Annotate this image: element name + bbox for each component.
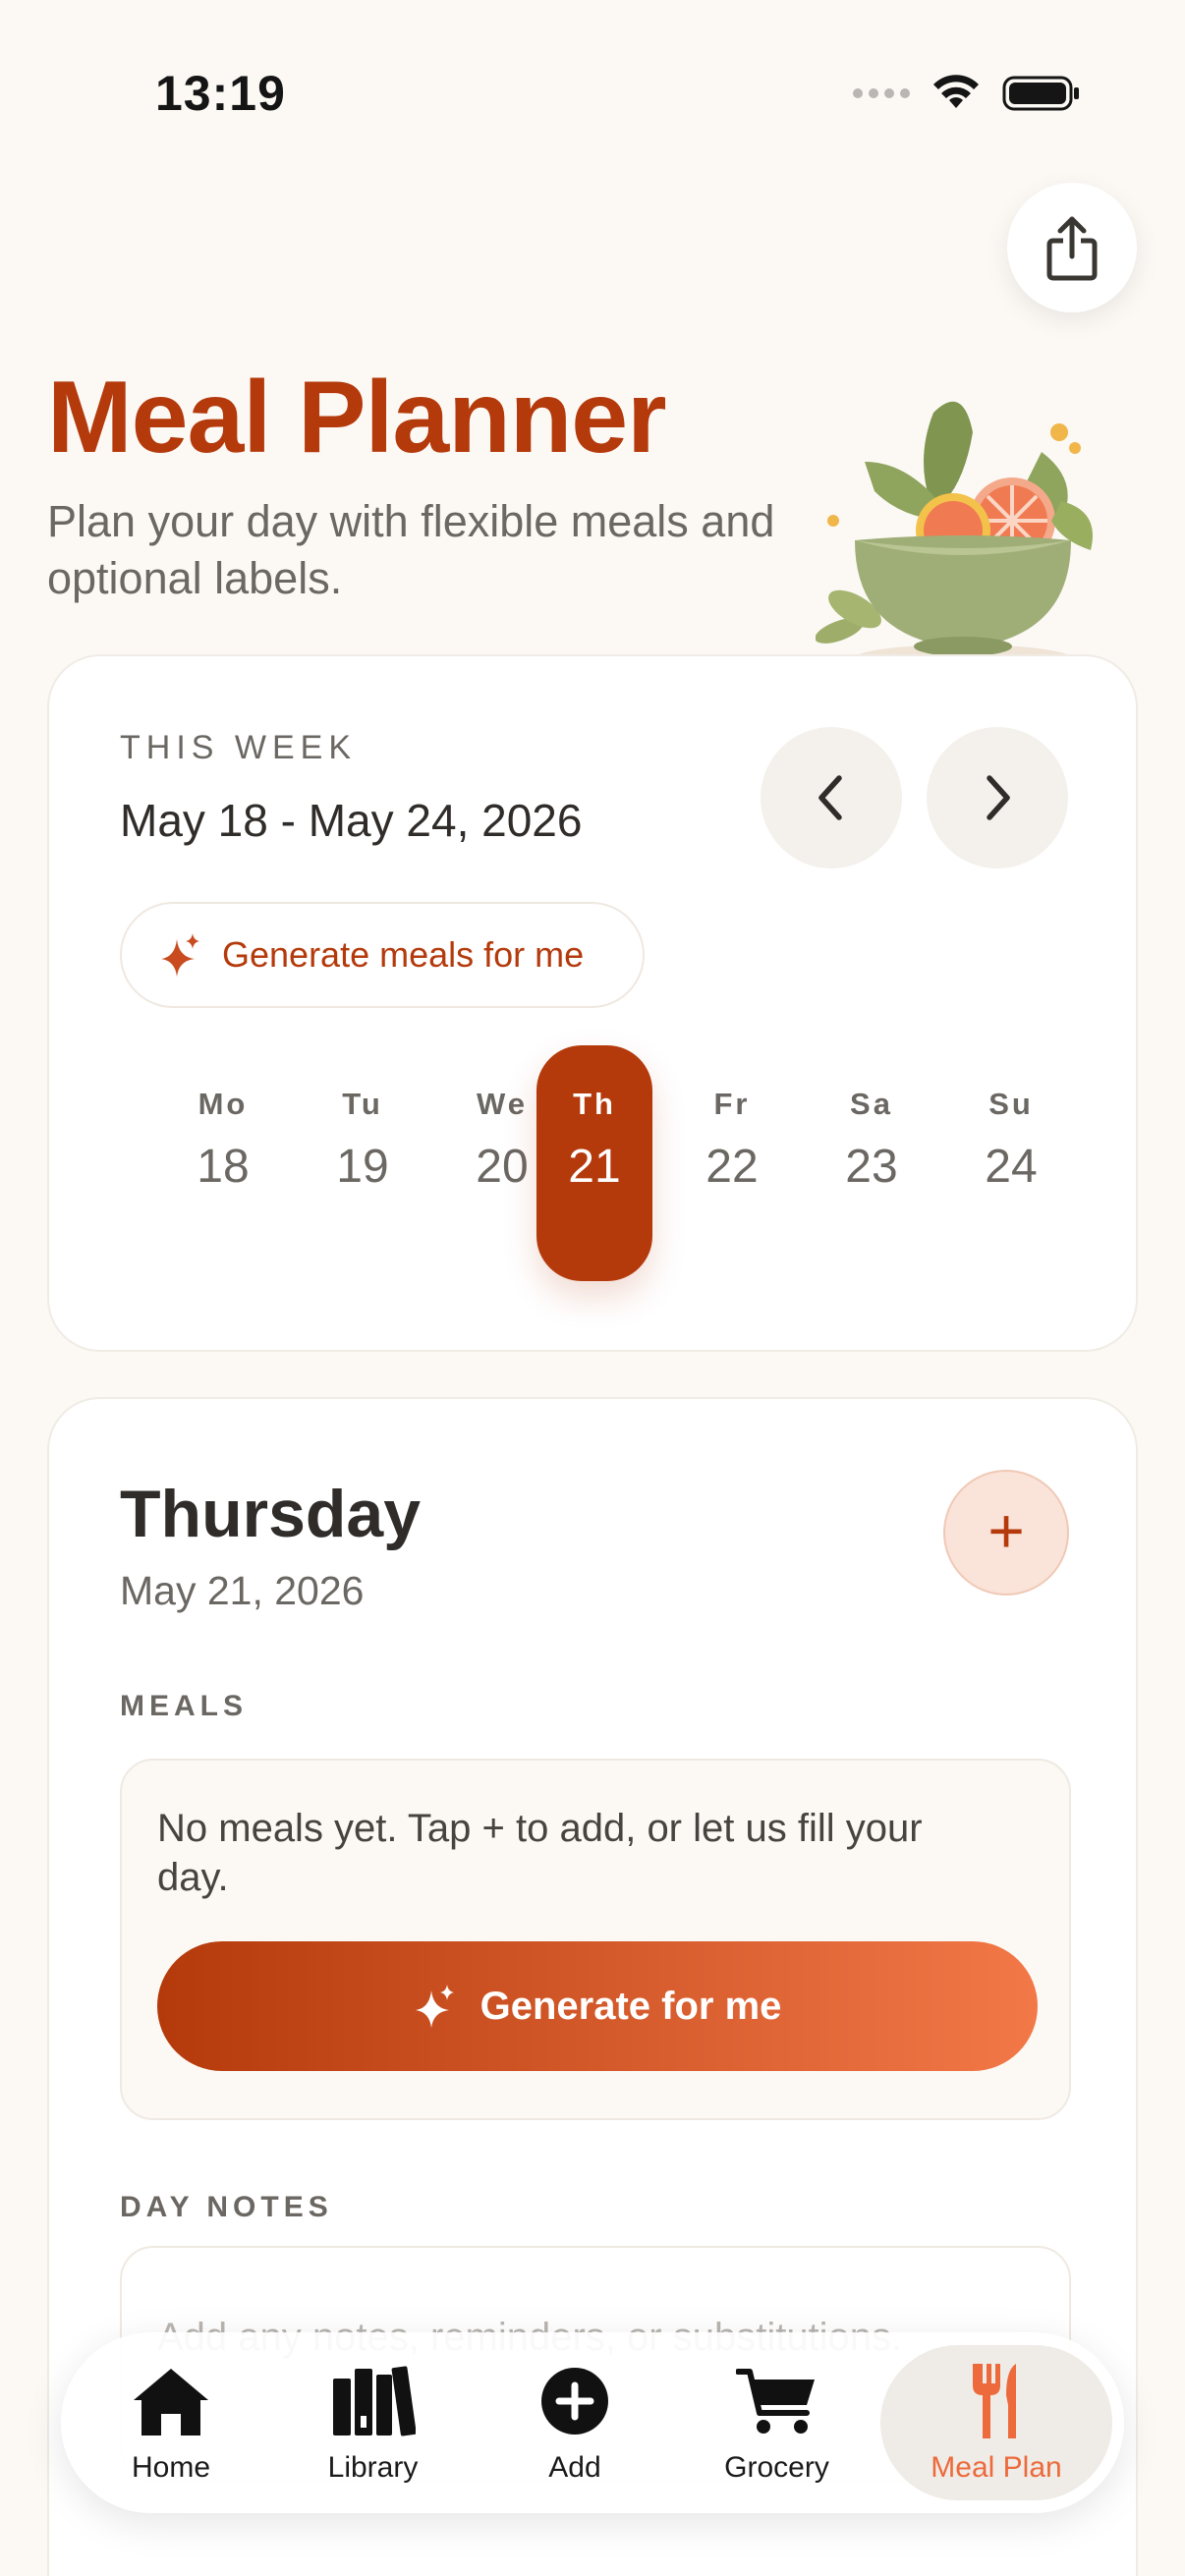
day-name: Su [988,1087,1034,1121]
tab-grocery[interactable]: Grocery [679,2345,875,2500]
generate-for-me-button[interactable]: Generate for me [157,1941,1038,2071]
tab-label: Grocery [724,2451,829,2484]
day-name: Fr [713,1087,751,1121]
chevron-right-icon [987,775,1010,820]
generate-for-me-label: Generate for me [480,1984,782,2028]
day-number: 24 [985,1141,1038,1193]
tab-library[interactable]: Library [275,2345,472,2500]
tab-label: Home [131,2451,211,2484]
week-label: THIS WEEK [120,729,358,766]
tab-label: Meal Plan [931,2451,1062,2484]
plus-icon: + [988,1495,1025,1566]
sparkle-icon [415,1985,454,2028]
tab-meal-plan[interactable]: Meal Plan [880,2345,1112,2500]
page-subtitle: Plan your day with flexible meals and op… [47,496,775,603]
day-name: Th [573,1087,616,1121]
previous-week-button[interactable] [761,727,902,868]
day-number: 23 [845,1141,898,1193]
tab-home[interactable]: Home [73,2345,269,2500]
day-sunday[interactable]: Su 24 [953,1045,1069,1281]
cart-icon [735,2369,815,2434]
week-range: May 18 - May 24, 2026 [120,795,583,846]
page-title: Meal Planner [47,361,667,475]
day-thursday[interactable]: Th 21 [536,1045,652,1281]
meals-empty-state: No meals yet. Tap + to add, or let us fi… [120,1759,1071,2120]
chevron-left-icon [818,775,842,820]
day-title: Thursday [120,1477,422,1551]
meal-planner-screen: 13:19 Meal Planner Plan your day with fl… [0,0,1185,2576]
day-name: Tu [342,1087,383,1121]
tab-label: Add [548,2451,601,2484]
day-number: 18 [197,1141,250,1193]
meals-section-label: MEALS [120,1690,248,1722]
share-button[interactable] [1007,183,1137,312]
cellular-dots-icon [853,88,910,98]
share-icon [1046,216,1098,281]
status-time: 13:19 [155,66,286,121]
next-week-button[interactable] [927,727,1068,868]
day-number: 19 [336,1141,389,1193]
add-meal-button[interactable]: + [943,1470,1069,1596]
wifi-icon [933,75,979,108]
salad-bowl-illustration [816,401,1093,672]
tab-label: Library [327,2451,419,2484]
day-saturday[interactable]: Sa 23 [814,1045,930,1281]
week-card: THIS WEEK May 18 - May 24, 2026 Generate… [47,654,1138,1352]
day-number: 22 [705,1141,759,1193]
sparkle-icon [161,933,199,977]
home-icon [134,2369,208,2436]
week-day-strip: Mo 18 Tu 19 We 20 Th 21 Fr 22 Sa 23 Su 2… [49,1045,1140,1281]
generate-week-meals-button[interactable]: Generate meals for me [120,902,645,1008]
add-circle-icon [541,2368,608,2435]
day-number: 21 [568,1141,621,1193]
tab-bar: Home Library Add Grocery Meal Plan [61,2332,1124,2513]
day-monday[interactable]: Mo 18 [165,1045,281,1281]
meals-empty-text: No meals yet. Tap + to add, or let us fi… [157,1807,923,1899]
fork-knife-icon [973,2364,1016,2438]
day-name: Sa [850,1087,893,1121]
day-date: May 21, 2026 [120,1568,365,1613]
tab-add[interactable]: Add [477,2345,673,2500]
day-tuesday[interactable]: Tu 19 [305,1045,421,1281]
generate-week-meals-label: Generate meals for me [222,934,585,975]
day-notes-label: DAY NOTES [120,2191,333,2223]
library-icon [332,2366,416,2436]
day-name: Mo [198,1087,249,1121]
status-icons [853,75,1081,112]
day-friday[interactable]: Fr 22 [674,1045,790,1281]
battery-icon [1002,76,1079,111]
